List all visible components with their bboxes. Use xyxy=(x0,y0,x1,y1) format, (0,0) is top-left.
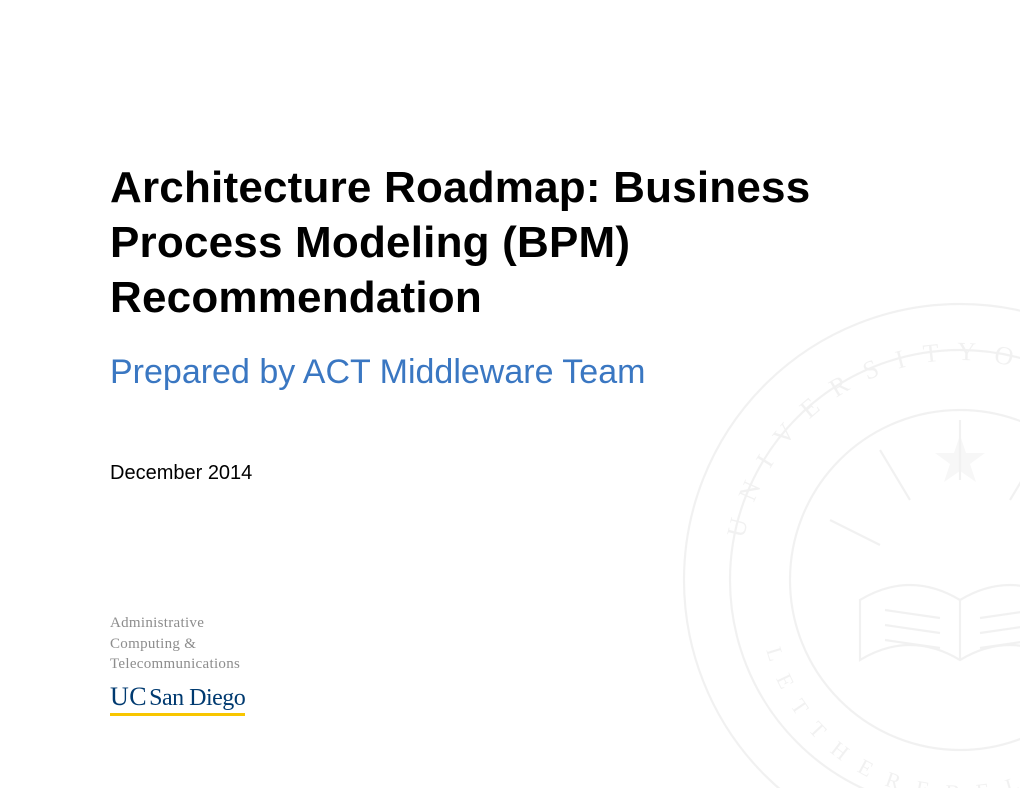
org-name: Administrative Computing & Telecommunica… xyxy=(110,613,245,674)
org-line-2: Computing & xyxy=(110,636,196,652)
logo-uc-text: UC xyxy=(110,682,147,712)
org-line-3: Telecommunications xyxy=(110,656,240,672)
slide-date: December 2014 xyxy=(110,462,910,485)
svg-text:L E T T H E R E B E L I: L E T T H E R E B E L I G H T xyxy=(761,644,1020,788)
org-line-1: Administrative xyxy=(110,615,204,631)
slide-subtitle: Prepared by ACT Middleware Team xyxy=(110,353,910,392)
logo-sandiego-text: San Diego xyxy=(149,685,245,712)
footer-org-block: Administrative Computing & Telecommunica… xyxy=(110,613,245,716)
slide-title-page: U N I V E R S I T Y O F C L E T T H E R … xyxy=(0,0,1020,788)
slide-title: Architecture Roadmap: Business Process M… xyxy=(110,160,910,325)
uc-san-diego-logo: UC San Diego xyxy=(110,682,245,716)
